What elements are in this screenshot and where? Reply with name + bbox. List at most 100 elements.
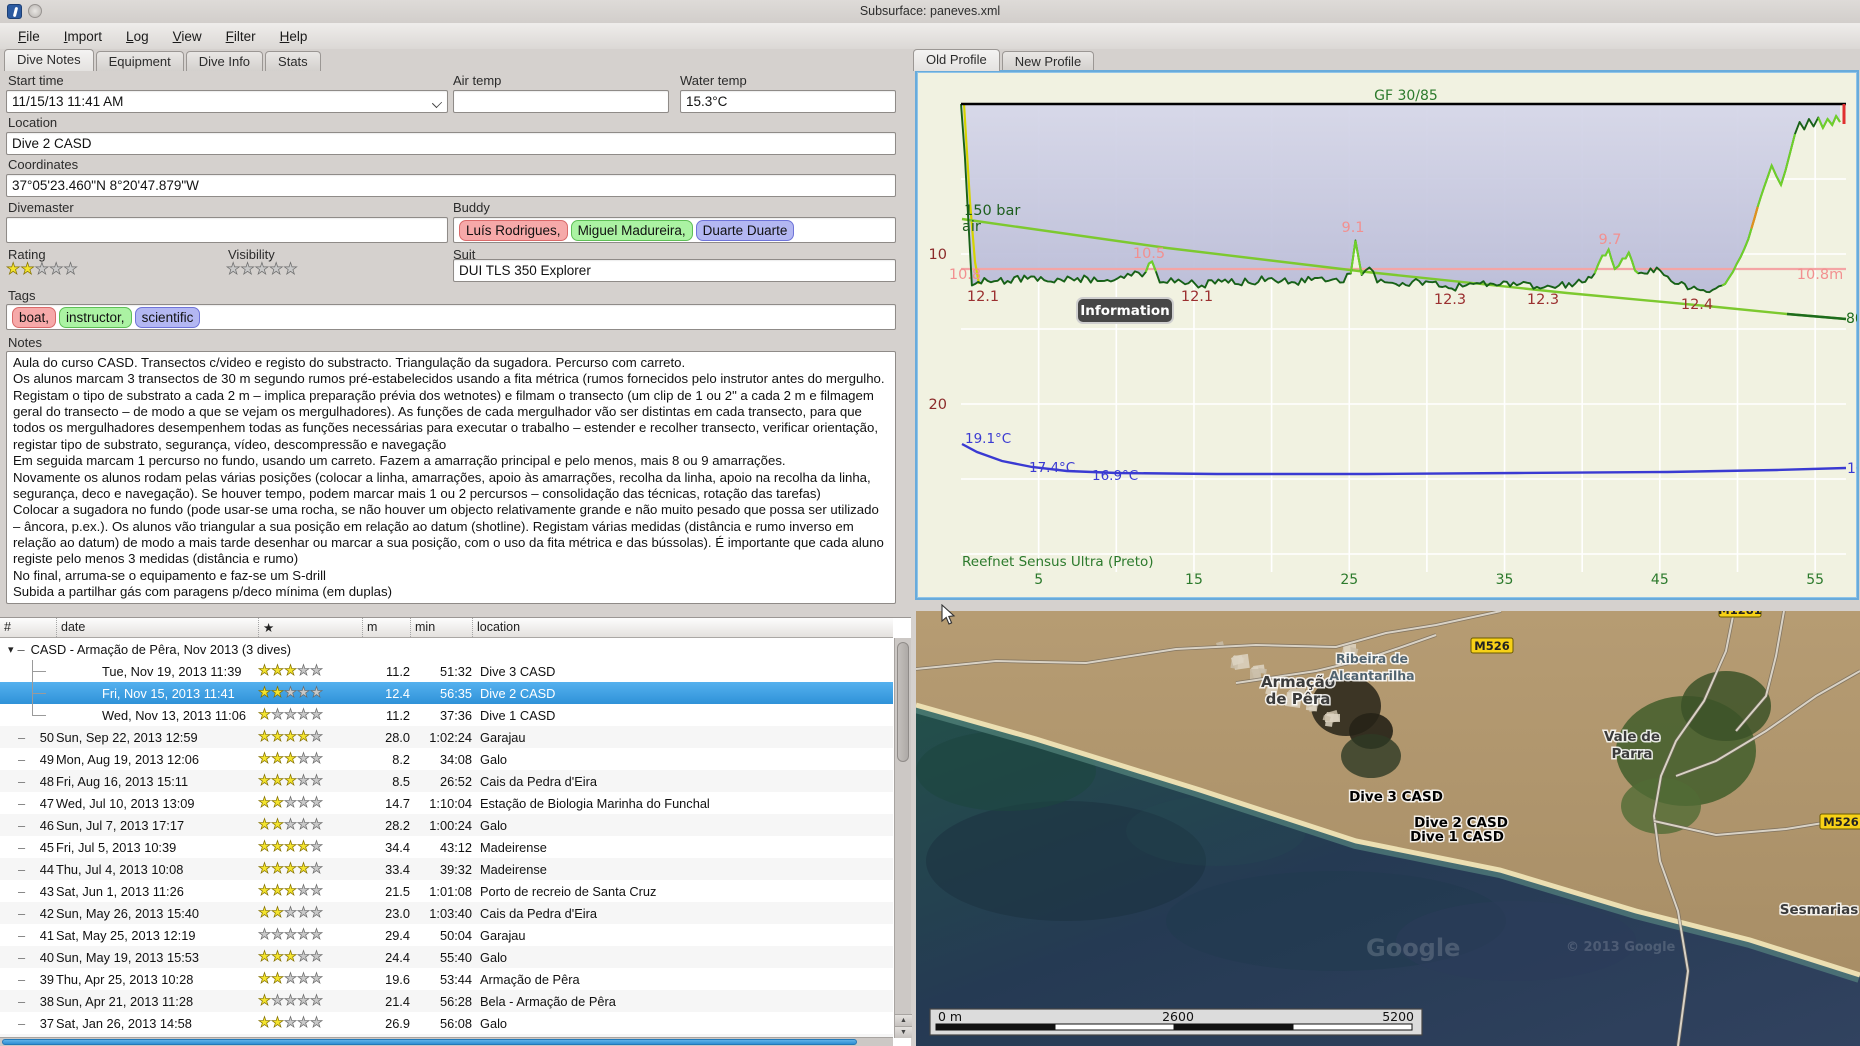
column-header-num[interactable]: # (0, 618, 56, 637)
dive-row[interactable]: –46 Sun, Jul 7, 2013 17:17 ★★★★★ 28.2 1:00:2… (0, 814, 893, 836)
star-icon[interactable]: ★ (284, 927, 298, 943)
hscroll-thumb[interactable] (2, 1039, 857, 1045)
column-header-min[interactable]: min (410, 618, 472, 637)
star-icon[interactable]: ★ (284, 949, 298, 965)
star-icon[interactable]: ★ (284, 883, 298, 899)
star-icon[interactable]: ★ (297, 685, 311, 701)
star-icon[interactable]: ★ (310, 839, 324, 855)
star-icon[interactable]: ★ (310, 817, 324, 833)
chevron-down-icon[interactable] (431, 97, 443, 109)
information-tooltip[interactable]: Information (1076, 297, 1174, 324)
column-header-m[interactable]: m (362, 618, 410, 637)
dive-list-vscrollbar[interactable]: ▲ ▼ (894, 638, 912, 1038)
star-icon[interactable]: ★ (297, 883, 311, 899)
column-header-location[interactable]: location (472, 618, 893, 637)
vscroll-thumb[interactable] (897, 642, 909, 762)
star-icon[interactable]: ★ (310, 1015, 324, 1031)
divemaster-input[interactable] (6, 217, 448, 243)
star-icon[interactable]: ★ (310, 905, 324, 921)
star-icon[interactable]: ★ (284, 795, 298, 811)
star-icon[interactable]: ★ (20, 261, 35, 278)
star-icon[interactable]: ★ (297, 773, 311, 789)
dive-row[interactable]: –45 Fri, Jul 5, 2013 10:39 ★★★★★ 34.4 43:12 M… (0, 836, 893, 858)
star-icon[interactable]: ★ (271, 1015, 285, 1031)
star-icon[interactable]: ★ (284, 773, 298, 789)
star-icon[interactable]: ★ (284, 971, 298, 987)
star-icon[interactable]: ★ (226, 261, 241, 278)
star-icon[interactable]: ★ (271, 751, 285, 767)
star-icon[interactable]: ★ (284, 751, 298, 767)
star-icon[interactable]: ★ (284, 729, 298, 745)
dive-row[interactable]: Wed, Nov 13, 2013 11:06 ★★★★★ 11.2 37:36 Div… (0, 704, 893, 726)
star-icon[interactable]: ★ (284, 905, 298, 921)
star-icon[interactable]: ★ (258, 839, 272, 855)
star-icon[interactable]: ★ (310, 685, 324, 701)
star-icon[interactable]: ★ (297, 1015, 311, 1031)
star-icon[interactable]: ★ (271, 971, 285, 987)
star-icon[interactable]: ★ (271, 729, 285, 745)
star-icon[interactable]: ★ (258, 685, 272, 701)
start-time-input[interactable]: 11/15/13 11:41 AM (6, 90, 448, 113)
star-icon[interactable]: ★ (258, 773, 272, 789)
star-icon[interactable]: ★ (271, 927, 285, 943)
star-icon[interactable]: ★ (310, 751, 324, 767)
column-header-stars[interactable]: ★ (258, 618, 362, 637)
tab-dive-info[interactable]: Dive Info (185, 51, 264, 71)
star-icon[interactable]: ★ (283, 261, 298, 278)
star-icon[interactable]: ★ (297, 663, 311, 679)
dive-row[interactable]: Fri, Nov 15, 2013 11:41 ★★★★★ 12.4 56:35 Div… (0, 682, 893, 704)
star-icon[interactable]: ★ (34, 261, 49, 278)
air-temp-input[interactable] (453, 90, 669, 113)
star-icon[interactable]: ★ (258, 751, 272, 767)
dive-row[interactable]: –39 Thu, Apr 25, 2013 10:28 ★★★★★ 19.6 53:44… (0, 968, 893, 990)
tag-pill[interactable]: boat, (12, 306, 57, 328)
star-icon[interactable]: ★ (271, 861, 285, 877)
scroll-down-button[interactable]: ▼ (895, 1026, 912, 1038)
star-icon[interactable]: ★ (284, 839, 298, 855)
star-icon[interactable]: ★ (310, 795, 324, 811)
menu-item-import[interactable]: Import (54, 26, 112, 47)
tab-equipment[interactable]: Equipment (95, 51, 184, 71)
dive-row[interactable]: –40 Sun, May 19, 2013 15:53 ★★★★★ 24.4 55:40… (0, 946, 893, 968)
star-icon[interactable]: ★ (310, 861, 324, 877)
dive-profile-chart[interactable]: GF 30/85 150 bar air 10 20 12.1 12.1 12.3 12.3 12… (915, 70, 1859, 600)
menu-item-file[interactable]: File (8, 26, 50, 47)
star-icon[interactable]: ★ (271, 993, 285, 1009)
star-icon[interactable]: ★ (271, 817, 285, 833)
star-icon[interactable]: ★ (310, 773, 324, 789)
dive-site-map[interactable]: Google © 2013 Google Armação de Pêra Ribeira… (916, 611, 1860, 1046)
star-icon[interactable]: ★ (271, 905, 285, 921)
menu-item-log[interactable]: Log (116, 26, 159, 47)
star-icon[interactable]: ★ (297, 729, 311, 745)
star-icon[interactable]: ★ (258, 729, 272, 745)
star-icon[interactable]: ★ (284, 685, 298, 701)
star-icon[interactable]: ★ (310, 883, 324, 899)
dive-row[interactable]: –48 Fri, Aug 16, 2013 15:11 ★★★★★ 8.5 26:52 C… (0, 770, 893, 792)
star-icon[interactable]: ★ (297, 971, 311, 987)
dive-row[interactable]: –38 Sun, Apr 21, 2013 11:28 ★★★★★ 21.4 56:28… (0, 990, 893, 1012)
star-icon[interactable]: ★ (258, 993, 272, 1009)
dive-row[interactable]: –43 Sat, Jun 1, 2013 11:26 ★★★★★ 21.5 1:01:0… (0, 880, 893, 902)
star-icon[interactable]: ★ (284, 993, 298, 1009)
star-icon[interactable]: ★ (254, 261, 269, 278)
star-icon[interactable]: ★ (271, 883, 285, 899)
star-icon[interactable]: ★ (258, 883, 272, 899)
dive-row[interactable]: Tue, Nov 19, 2013 11:39 ★★★★★ 11.2 51:32 Div… (0, 660, 893, 682)
star-icon[interactable]: ★ (269, 261, 284, 278)
star-icon[interactable]: ★ (258, 927, 272, 943)
star-icon[interactable]: ★ (258, 861, 272, 877)
star-icon[interactable]: ★ (271, 839, 285, 855)
star-icon[interactable]: ★ (297, 861, 311, 877)
star-icon[interactable]: ★ (284, 861, 298, 877)
star-icon[interactable]: ★ (297, 795, 311, 811)
star-icon[interactable]: ★ (310, 949, 324, 965)
tags-input[interactable]: boat, instructor, scientific (6, 304, 896, 330)
star-icon[interactable]: ★ (310, 971, 324, 987)
dive-row[interactable]: –37 Sat, Jan 26, 2013 14:58 ★★★★★ 26.9 56:08… (0, 1012, 893, 1034)
star-icon[interactable]: ★ (310, 993, 324, 1009)
star-icon[interactable]: ★ (271, 707, 285, 723)
star-icon[interactable]: ★ (297, 905, 311, 921)
star-icon[interactable]: ★ (258, 663, 272, 679)
dive-row[interactable]: –49 Mon, Aug 19, 2013 12:06 ★★★★★ 8.2 34:08 G… (0, 748, 893, 770)
star-icon[interactable]: ★ (297, 839, 311, 855)
